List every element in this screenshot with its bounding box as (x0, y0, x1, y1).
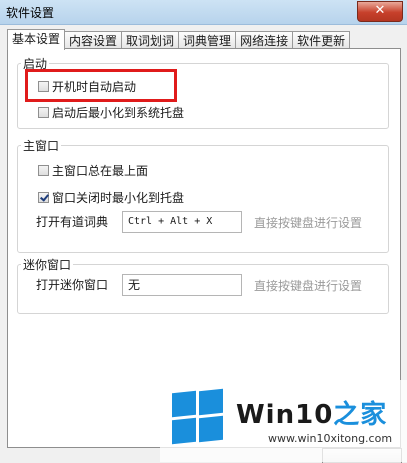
mini-window-legend: 迷你窗口 (23, 258, 72, 272)
open-dict-hotkey-input[interactable]: Ctrl + Alt + X (122, 211, 242, 233)
always-on-top-checkbox[interactable] (38, 164, 49, 176)
always-on-top-option[interactable]: 主窗口总在最上面 (38, 161, 148, 179)
tab-basic-settings[interactable]: 基本设置 (7, 29, 66, 50)
windows-logo-icon (172, 388, 224, 445)
open-mini-label-row: 打开迷你窗口 (36, 275, 108, 293)
highlight-box (25, 69, 177, 102)
close-button[interactable]: ✕ (357, 1, 403, 22)
close-to-tray-label: 窗口关闭时最小化到托盘 (52, 190, 185, 205)
watermark-title-suffix: 之家 (333, 400, 388, 430)
open-mini-label: 打开迷你窗口 (36, 277, 109, 292)
main-window-legend: 主窗口 (23, 139, 60, 153)
watermark: Win10之家 www.win10xitong.com (160, 380, 407, 462)
open-dict-label-row: 打开有道词典 (36, 212, 108, 230)
minimize-tray-label: 启动后最小化到系统托盘 (52, 105, 185, 120)
watermark-title: Win10之家 (236, 394, 387, 431)
title-bar: 软件设置 ✕ (0, 0, 407, 25)
always-on-top-label: 主窗口总在最上面 (52, 163, 149, 178)
open-mini-hotkey-input[interactable]: 无 (122, 274, 242, 296)
close-to-tray-checkbox[interactable] (38, 191, 49, 203)
window-title: 软件设置 (6, 6, 55, 20)
tab-bar: 基本设置 内容设置 取词划词 词典管理 网络连接 软件更新 (7, 29, 351, 50)
open-mini-hotkey-hint: 直接按键盘进行设置 (254, 279, 363, 293)
watermark-url: www.win10xitong.com (268, 432, 393, 445)
watermark-title-prefix: Win10 (236, 400, 334, 430)
open-dict-hotkey-hint: 直接按键盘进行设置 (254, 216, 363, 230)
close-to-tray-option[interactable]: 窗口关闭时最小化到托盘 (38, 188, 184, 206)
minimize-tray-checkbox[interactable] (38, 106, 49, 118)
open-dict-label: 打开有道词典 (36, 214, 109, 229)
minimize-tray-option[interactable]: 启动后最小化到系统托盘 (38, 103, 184, 121)
